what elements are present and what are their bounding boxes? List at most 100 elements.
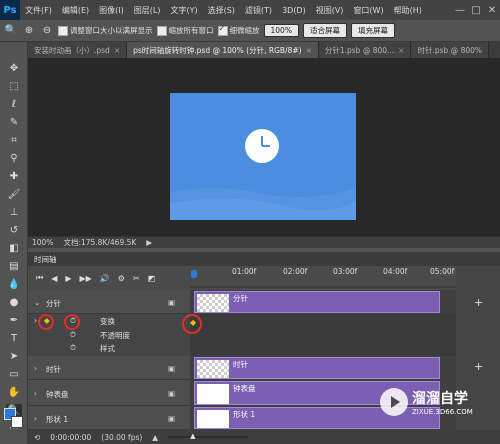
film-icon[interactable]: ▣: [168, 414, 175, 423]
scrubby-zoom-option[interactable]: 细微缩放: [217, 24, 260, 36]
tab-clock-timeline[interactable]: ps时间轴旋转时钟.psd @ 100% (分针, RGB/8#) ×: [127, 42, 319, 58]
brush-tool-icon[interactable]: 🖌: [6, 188, 22, 202]
settings-icon[interactable]: ⚙: [118, 274, 125, 283]
ruler-label: 05:00f: [430, 267, 455, 276]
zoom-out-timeline-icon[interactable]: ▲: [152, 433, 158, 442]
menu-type[interactable]: 文字(Y): [165, 5, 202, 16]
menu-help[interactable]: 帮助(H): [389, 5, 427, 16]
layer-shape-1[interactable]: › 形状 1 ▣: [28, 406, 190, 430]
close-tab-icon[interactable]: ×: [398, 46, 404, 55]
clone-stamp-icon[interactable]: ⊥: [6, 206, 22, 220]
timeline-ruler[interactable]: 01:00f 02:00f 03:00f 04:00f 05:00f: [190, 266, 456, 290]
healing-brush-icon[interactable]: ✚: [6, 170, 22, 184]
film-icon[interactable]: ▣: [168, 364, 175, 373]
layer-minute-hand[interactable]: ⌄ 分针 ▣: [28, 290, 190, 314]
zoom-all-checkbox[interactable]: [156, 25, 167, 36]
status-zoom[interactable]: 100%: [32, 238, 53, 247]
playback-controls: ⏮ ◀ ▶ ▶▶ 🔊 ⚙ ✂ ◩: [28, 266, 190, 290]
crop-tool-icon[interactable]: ⌗: [6, 134, 22, 148]
add-media-button[interactable]: +: [474, 360, 483, 373]
quick-select-tool-icon[interactable]: ✎: [6, 116, 22, 130]
move-tool-icon[interactable]: ✥: [6, 62, 22, 76]
playhead-handle[interactable]: [191, 270, 197, 278]
expand-icon[interactable]: ›: [34, 364, 37, 373]
convert-frame-icon[interactable]: ⟲: [34, 433, 40, 442]
clip-thumbnail: [197, 294, 229, 312]
gradient-tool-icon[interactable]: ▤: [6, 260, 22, 274]
menu-view[interactable]: 视图(V): [311, 5, 349, 16]
zoom-out-icon[interactable]: ⊖: [40, 24, 54, 38]
highlight-circle: [38, 314, 54, 330]
resize-windows-option[interactable]: 调整窗口大小以满屏显示: [58, 25, 153, 36]
menu-window[interactable]: 窗口(W): [348, 5, 388, 16]
play-icon[interactable]: ▶: [65, 274, 71, 283]
layer-clock-face[interactable]: › 钟表盘 ▣: [28, 380, 190, 406]
add-media-button[interactable]: +: [474, 296, 483, 309]
tab-anim-small[interactable]: 安装时动画（小）.psd ×: [28, 42, 128, 58]
maximize-button[interactable]: □: [468, 5, 484, 16]
status-arrow-icon[interactable]: ▶: [146, 238, 152, 247]
minimize-button[interactable]: —: [452, 5, 468, 16]
dodge-tool-icon[interactable]: ●: [6, 296, 22, 310]
stopwatch-icon[interactable]: ⏱: [70, 330, 76, 340]
track-hour-hand[interactable]: 时针: [190, 356, 456, 381]
menu-select[interactable]: 选择(S): [203, 5, 240, 16]
history-brush-icon[interactable]: ↺: [6, 224, 22, 238]
timeline-title[interactable]: 时间轴: [34, 254, 57, 265]
zoom-all-option[interactable]: 缩放所有窗口: [156, 25, 214, 36]
film-icon[interactable]: ▣: [168, 389, 175, 398]
lasso-tool-icon[interactable]: ℓ: [6, 98, 22, 112]
resize-windows-checkbox[interactable]: [58, 25, 68, 36]
first-frame-icon[interactable]: ⏮: [36, 273, 43, 283]
close-tab-icon[interactable]: ×: [114, 46, 120, 55]
menu-3d[interactable]: 3D(D): [277, 6, 311, 15]
eraser-tool-icon[interactable]: ◧: [6, 242, 22, 256]
fit-screen-button[interactable]: 适合屏幕: [302, 23, 347, 38]
clip-minute-hand[interactable]: 分针: [194, 291, 440, 313]
close-button[interactable]: ✕: [484, 5, 500, 16]
track-minute-hand[interactable]: 分针: [190, 290, 456, 315]
clip-hour-hand[interactable]: 时针: [194, 357, 440, 379]
hand-tool-icon[interactable]: ✋: [6, 386, 22, 400]
property-opacity[interactable]: ⏱ 不透明度: [28, 330, 190, 342]
collapse-icon[interactable]: ⌄: [34, 298, 40, 307]
tab-minute-hand[interactable]: 分针1.psb @ 800... ×: [318, 42, 412, 58]
prev-frame-icon[interactable]: ◀: [51, 274, 57, 283]
expand-icon[interactable]: ›: [34, 414, 37, 423]
slider-thumb-icon[interactable]: ▲: [190, 432, 195, 440]
expand-arrow-icon[interactable]: ›: [34, 316, 37, 325]
type-tool-icon[interactable]: T: [6, 332, 22, 346]
eyedropper-tool-icon[interactable]: ⚲: [6, 152, 22, 166]
path-select-tool-icon[interactable]: ➤: [6, 350, 22, 364]
film-icon[interactable]: ▣: [168, 298, 175, 307]
options-bar: 🔍 ⊕ ⊖ 调整窗口大小以满屏显示 缩放所有窗口 细微缩放 100% 适合屏幕 …: [0, 20, 500, 42]
next-frame-icon[interactable]: ▶▶: [80, 274, 92, 283]
scrubby-zoom-checkbox[interactable]: [217, 24, 228, 36]
close-tab-icon[interactable]: ×: [306, 46, 312, 55]
tab-hour-hand[interactable]: 时针.psb @ 800%: [411, 42, 490, 58]
blur-tool-icon[interactable]: 💧: [6, 278, 22, 292]
zoom-tool-icon[interactable]: 🔍: [4, 24, 18, 38]
background-color-swatch[interactable]: [11, 416, 23, 428]
transition-icon[interactable]: ◩: [148, 274, 156, 283]
menu-edit[interactable]: 编辑(E): [57, 5, 94, 16]
zoom-100-button[interactable]: 100%: [263, 24, 299, 37]
menu-filter[interactable]: 滤镜(T): [240, 5, 277, 16]
zoom-in-icon[interactable]: ⊕: [22, 24, 36, 38]
menu-image[interactable]: 图像(I): [94, 5, 129, 16]
timeline-zoom-slider[interactable]: ▲: [168, 432, 249, 440]
stopwatch-icon[interactable]: ⏱: [70, 343, 76, 353]
expand-icon[interactable]: ›: [34, 389, 37, 398]
layer-hour-hand[interactable]: › 时针 ▣: [28, 356, 190, 380]
property-tracks: [190, 314, 456, 356]
marquee-tool-icon[interactable]: ⬚: [6, 80, 22, 94]
document-canvas[interactable]: [170, 93, 356, 220]
split-icon[interactable]: ✂: [133, 274, 140, 283]
menu-layer[interactable]: 图层(L): [129, 5, 166, 16]
shape-tool-icon[interactable]: ▭: [6, 368, 22, 382]
property-style[interactable]: ⏱ 样式: [28, 343, 190, 355]
menu-file[interactable]: 文件(F): [20, 5, 57, 16]
audio-icon[interactable]: 🔊: [100, 274, 110, 283]
fill-screen-button[interactable]: 填充屏幕: [350, 23, 395, 38]
pen-tool-icon[interactable]: ✒: [6, 314, 22, 328]
